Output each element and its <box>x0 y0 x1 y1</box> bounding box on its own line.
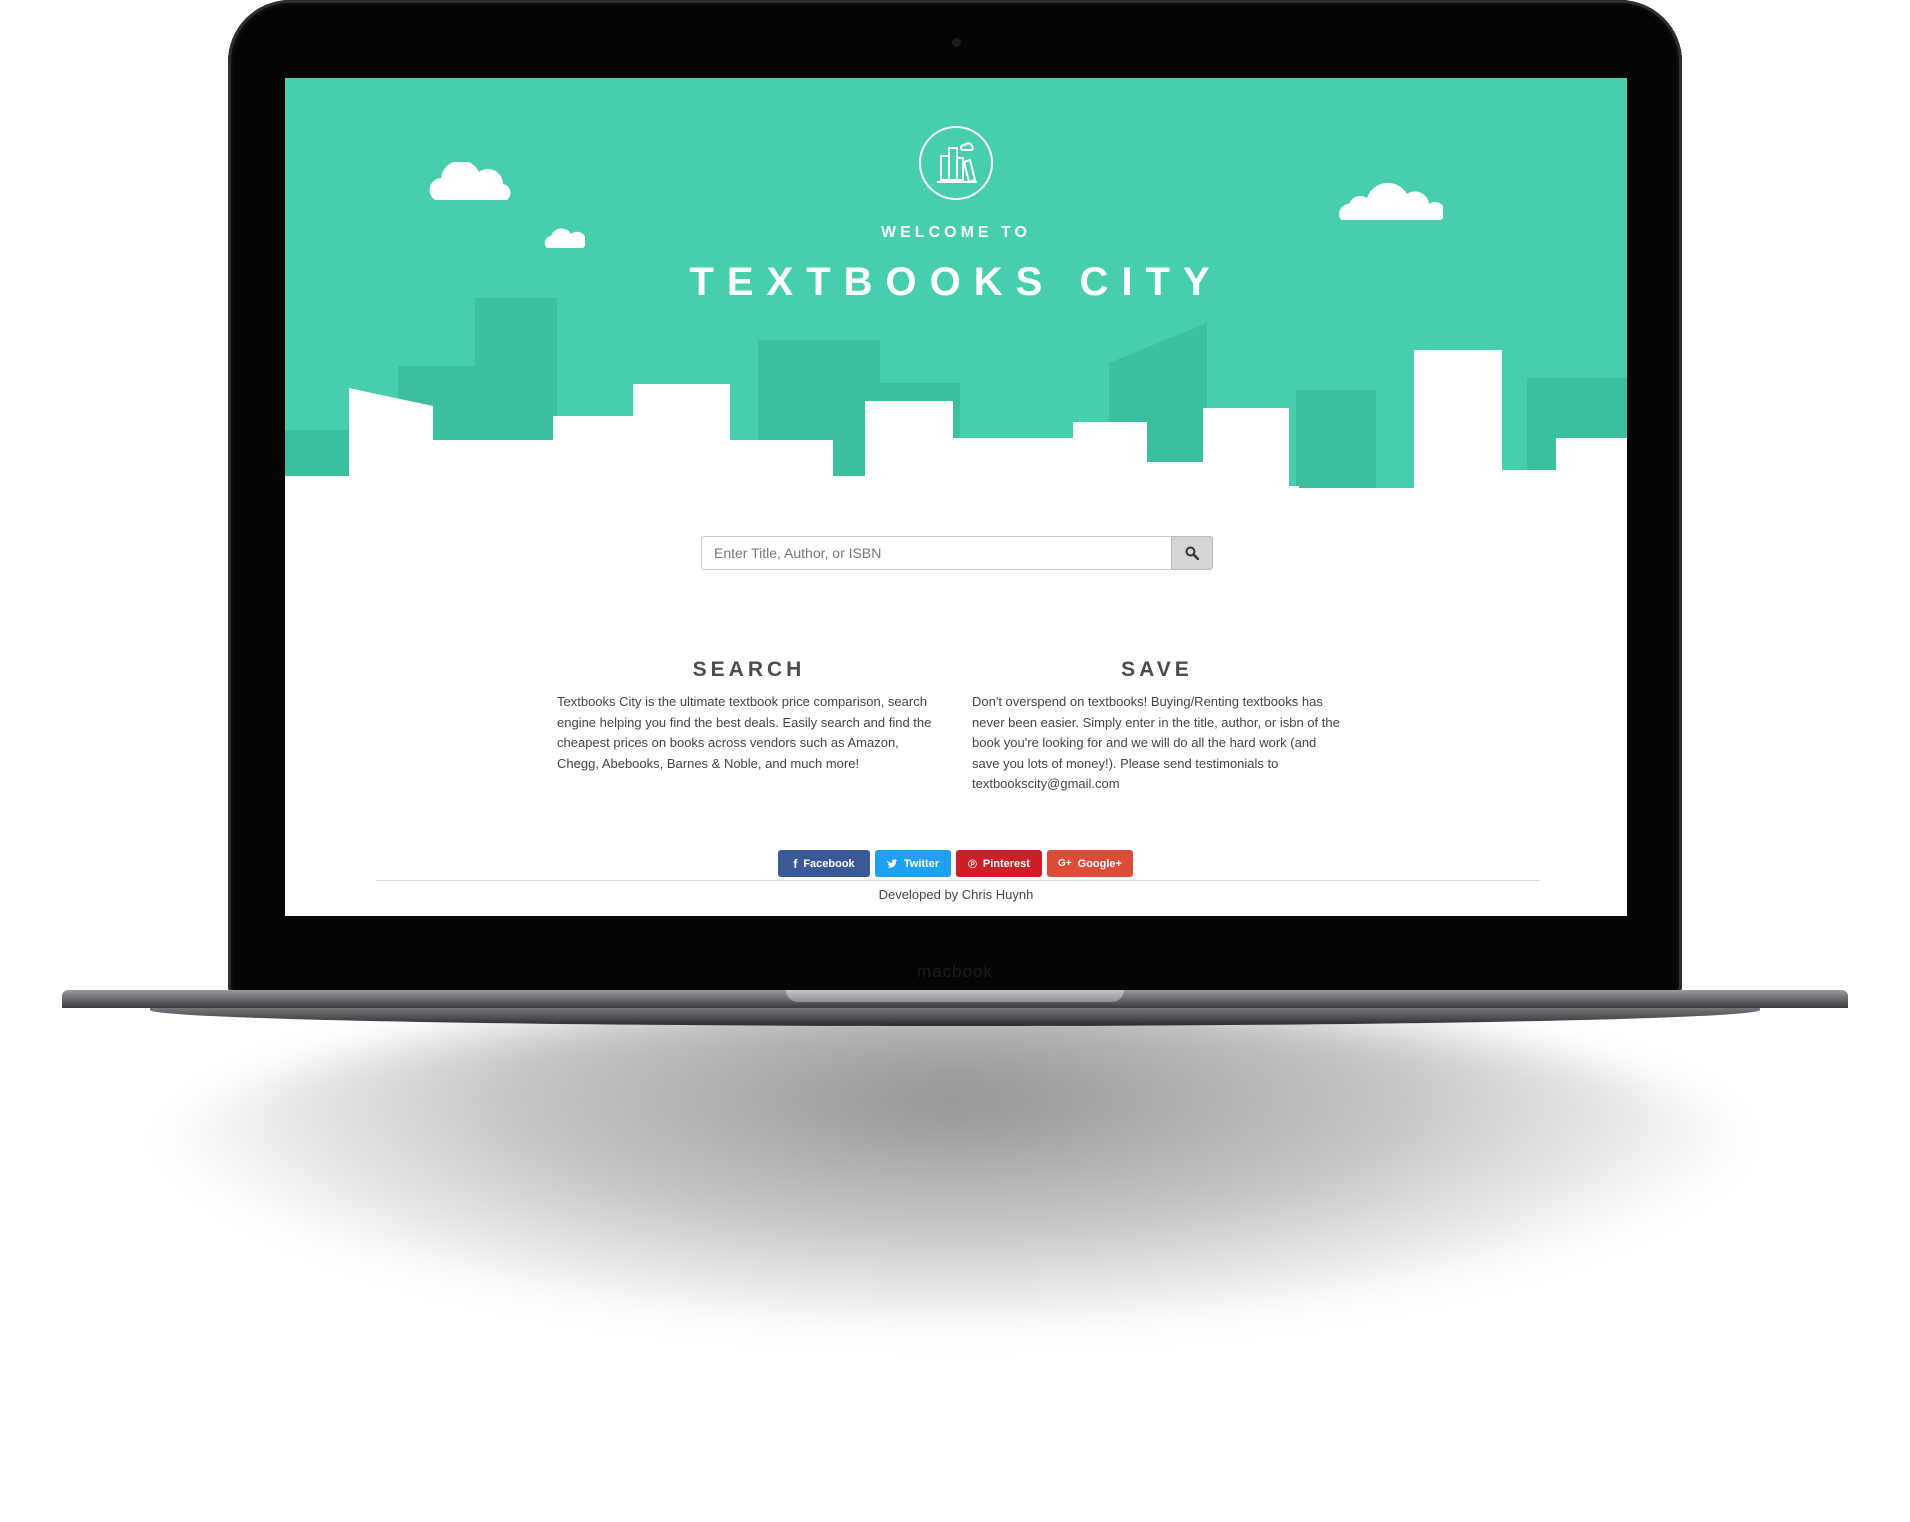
camera-icon <box>952 38 961 47</box>
search-heading: SEARCH <box>692 658 806 681</box>
bookshelf-city-icon <box>919 126 993 200</box>
welcome-text: WELCOME TO <box>881 224 1031 241</box>
google-plus-share-button[interactable]: G+ Google+ <box>1047 850 1133 877</box>
google-plus-label: Google+ <box>1077 857 1122 870</box>
device-shadow <box>150 1000 1760 1330</box>
save-heading: SAVE <box>1121 658 1193 681</box>
cloud-icon <box>1339 182 1443 220</box>
pinterest-label: Pinterest <box>982 857 1030 870</box>
search-bar <box>701 536 1213 570</box>
google-plus-icon: G+ <box>1058 858 1072 869</box>
footer-divider <box>376 880 1540 881</box>
search-description: Textbooks City is the ultimate textbook … <box>557 694 932 771</box>
facebook-label: Facebook <box>803 857 855 870</box>
search-input[interactable] <box>701 536 1171 570</box>
twitter-share-button[interactable]: Twitter <box>875 850 951 877</box>
search-icon <box>1185 546 1199 560</box>
footer-credit: Developed by Chris Huynh <box>878 887 1034 902</box>
facebook-icon: f <box>793 856 798 871</box>
search-button[interactable] <box>1171 536 1213 570</box>
site-title: TEXTBOOKS CITY <box>689 260 1223 304</box>
search-section: SEARCH Textbooks City is the ultimate te… <box>557 658 941 774</box>
pinterest-share-button[interactable]: ℗ Pinterest <box>956 850 1042 877</box>
save-description: Don't overspend on textbooks! Buying/Ren… <box>972 694 1340 791</box>
pinterest-icon: ℗ <box>968 856 977 871</box>
laptop-notch <box>786 990 1124 1002</box>
twitter-label: Twitter <box>903 857 940 870</box>
facebook-share-button[interactable]: f Facebook <box>778 850 870 877</box>
device-chin-label: macbook <box>917 962 993 981</box>
laptop-base-bottom <box>150 1008 1760 1026</box>
save-section: SAVE Don't overspend on textbooks! Buyin… <box>972 658 1342 795</box>
twitter-icon <box>886 858 898 868</box>
cloud-icon <box>429 162 511 200</box>
browser-screen: WELCOME TO TEXTBOOKS CITY SEARCH Textboo… <box>285 78 1627 916</box>
hero-banner: WELCOME TO TEXTBOOKS CITY <box>285 78 1627 488</box>
